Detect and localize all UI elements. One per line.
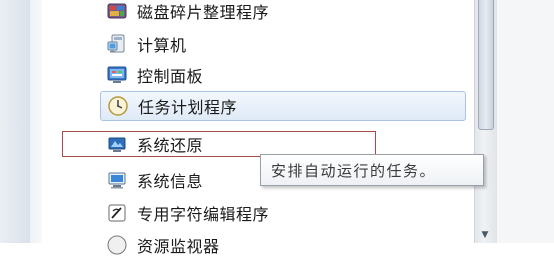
computer-icon: [105, 32, 129, 56]
control-panel-icon: [105, 63, 129, 87]
tooltip: 安排自动运行的任务。: [260, 154, 484, 186]
menu-item-label: 资源监视器: [137, 237, 220, 256]
tooltip-text: 安排自动运行的任务。: [271, 161, 437, 180]
menu-item-label: 控制面板: [137, 67, 204, 86]
char-editor-icon: [105, 201, 129, 225]
task-scheduler-icon: [106, 94, 130, 118]
resource-monitor-icon: [105, 233, 129, 257]
scroll-down-icon[interactable]: ▼: [478, 229, 492, 241]
defrag-icon: [105, 0, 129, 23]
menu-item-control-panel[interactable]: 控制面板: [105, 60, 465, 90]
start-menu-left-frame: [0, 0, 42, 243]
background-right: [497, 0, 554, 243]
menu-item-label: 专用字符编辑程序: [137, 205, 270, 224]
menu-item-disk-defragmenter[interactable]: 磁盘碎片整理程序: [105, 0, 465, 26]
menu-item-private-character-editor[interactable]: 专用字符编辑程序: [105, 198, 465, 228]
scrollbar-thumb[interactable]: [478, 0, 494, 130]
system-info-icon: [105, 168, 129, 192]
menu-item-label: 任务计划程序: [138, 98, 238, 117]
vertical-scrollbar[interactable]: ▼: [474, 0, 497, 243]
menu-item-task-scheduler[interactable]: 任务计划程序: [100, 91, 466, 121]
menu-item-resource-monitor[interactable]: 资源监视器: [105, 230, 465, 260]
menu-item-label: 磁盘碎片整理程序: [137, 3, 270, 22]
menu-item-label: 计算机: [137, 36, 187, 55]
menu-item-computer[interactable]: 计算机: [105, 29, 465, 59]
menu-item-label: 系统信息: [137, 172, 204, 191]
